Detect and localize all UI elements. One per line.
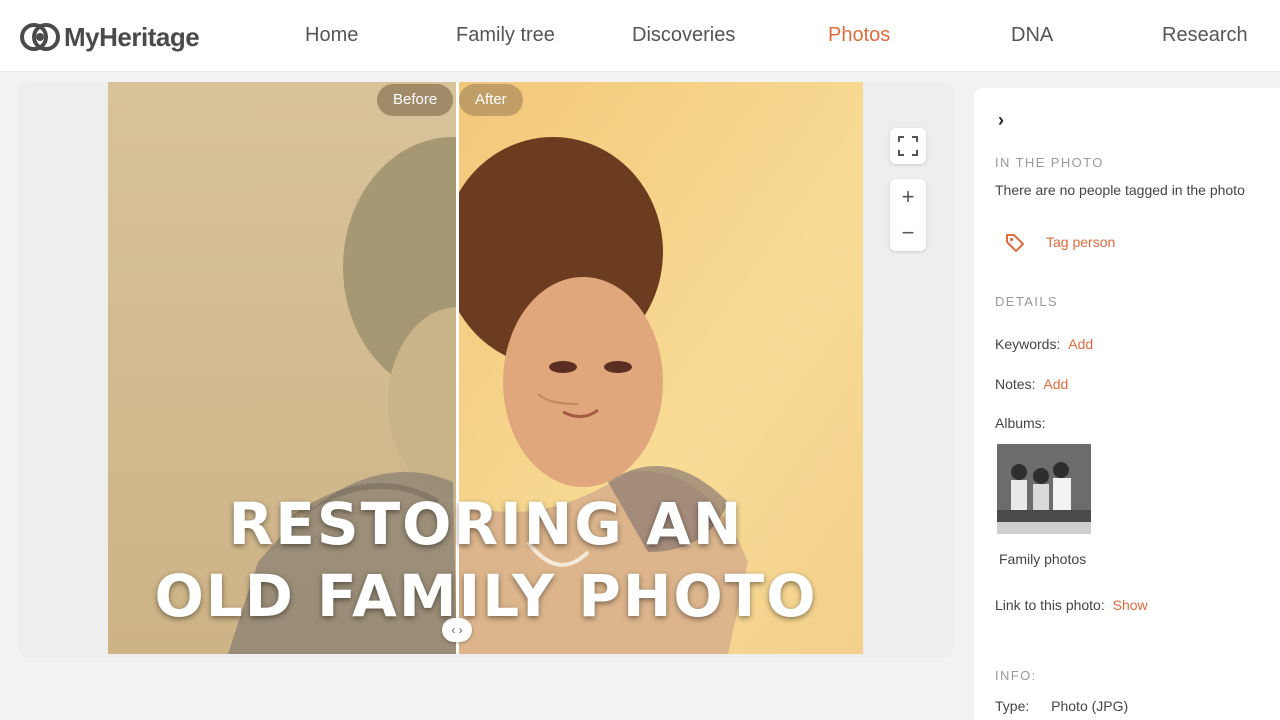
in-photo-title: IN THE PHOTO [995,155,1104,170]
nav-research[interactable]: Research [1162,24,1248,47]
notes-row: Notes: Add [995,376,1068,392]
nav-home[interactable]: Home [305,24,358,47]
details-title: DETAILS [995,294,1059,309]
show-link[interactable]: Show [1113,597,1148,613]
keywords-label: Keywords: [995,336,1061,352]
myheritage-logo[interactable]: MyHeritage [20,20,200,54]
tag-person-label: Tag person [1046,234,1116,250]
logo-text: MyHeritage [64,21,200,52]
top-header: MyHeritage Home Family tree Discoveries … [0,0,1280,72]
albums-label: Albums: [995,415,1046,431]
tag-icon [1006,234,1024,252]
photo-details-sidebar: › IN THE PHOTO There are no people tagge… [974,88,1280,720]
nav-discoveries[interactable]: Discoveries [632,24,735,47]
logo-mark-icon [20,22,60,52]
collapse-chevron-icon[interactable]: › [998,110,1004,131]
info-title: INFO: [995,668,1037,683]
notes-add-link[interactable]: Add [1043,376,1068,392]
no-people-text: There are no people tagged in the photo [995,182,1245,198]
link-label: Link to this photo: [995,597,1105,613]
photo-viewer: Before After ‹ › RESTORING AN OLD FAMILY… [18,82,954,658]
keywords-row: Keywords: Add [995,336,1093,352]
type-label: Type: [995,698,1030,714]
link-row: Link to this photo: Show [995,597,1148,613]
album-thumbnail[interactable] [997,444,1091,534]
overlay-title-line2: OLD FAMILY PHOTO [154,562,818,630]
before-label: Before [377,84,454,116]
type-value: Photo (JPG) [1051,698,1129,714]
after-label: After [459,84,523,116]
nav-family-tree[interactable]: Family tree [456,24,555,47]
type-row: Type: Photo (JPG) [995,698,1128,714]
zoom-in-button[interactable]: + [890,179,926,215]
nav-dna[interactable]: DNA [1011,24,1053,47]
nav-photos[interactable]: Photos [828,24,890,47]
tag-person-button[interactable]: Tag person [1004,231,1115,253]
fullscreen-button[interactable] [890,128,926,164]
zoom-controls: + − [890,179,926,251]
album-photo-image [997,444,1091,534]
notes-label: Notes: [995,376,1036,392]
fullscreen-icon [898,136,918,156]
album-name[interactable]: Family photos [999,551,1086,567]
keywords-add-link[interactable]: Add [1068,336,1093,352]
zoom-out-button[interactable]: − [890,215,926,251]
overlay-title-line1: RESTORING AN [228,490,744,558]
